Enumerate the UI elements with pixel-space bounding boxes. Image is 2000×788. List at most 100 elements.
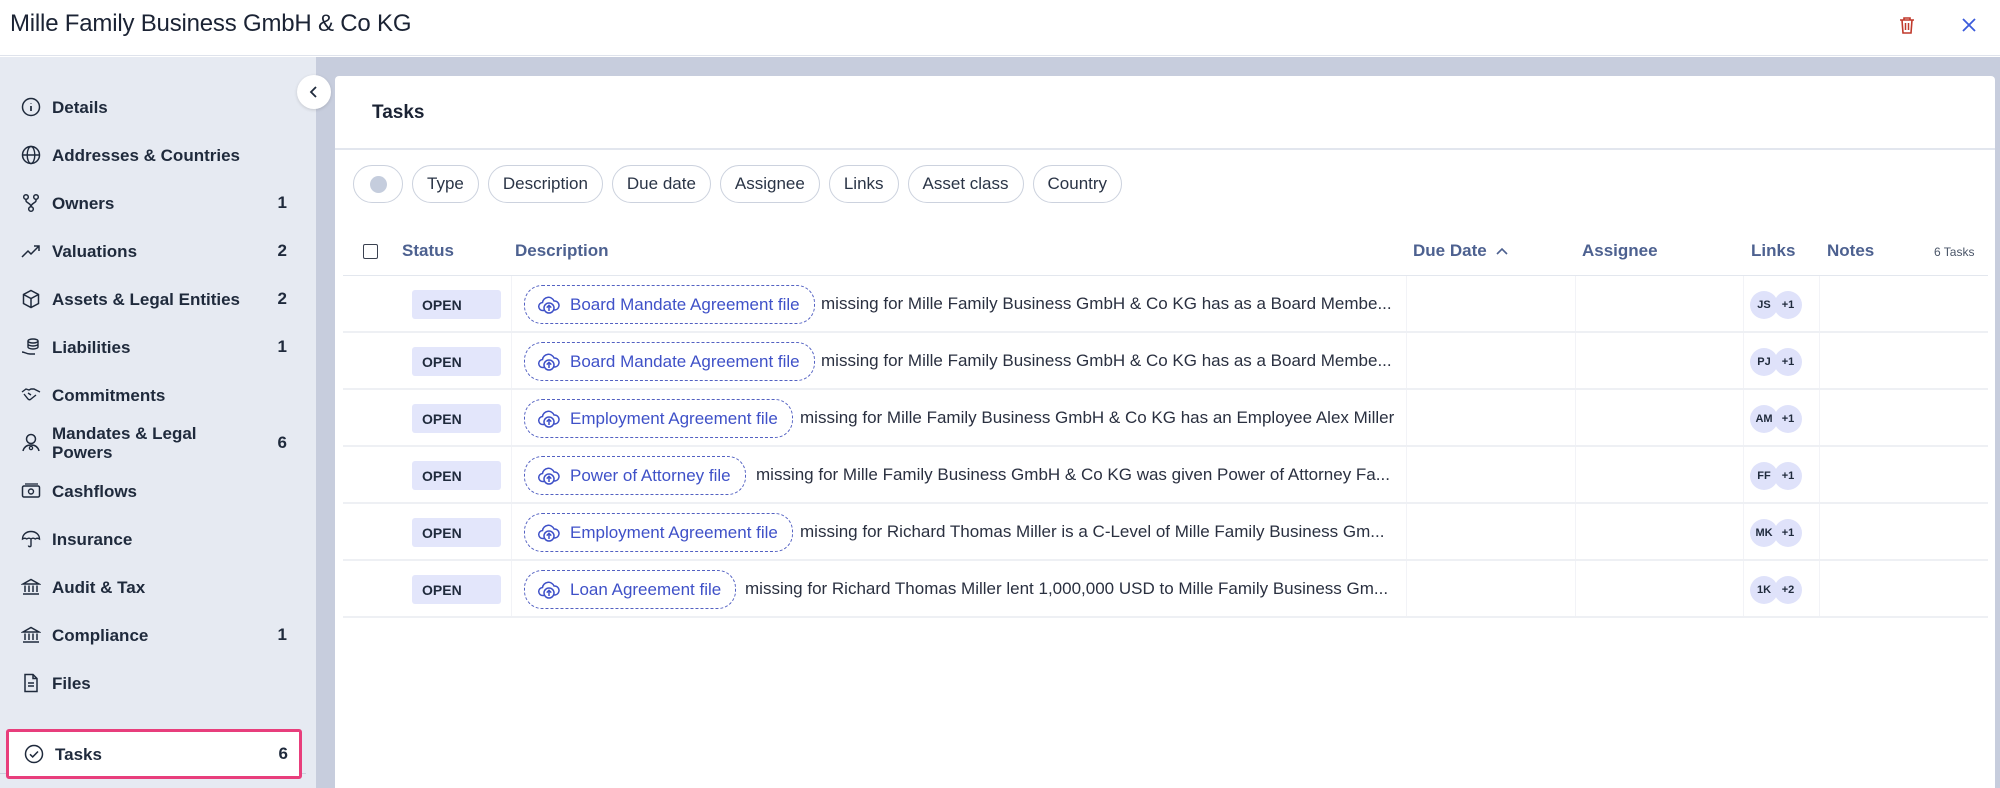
check-circle-icon [22, 742, 46, 766]
task-row[interactable]: OPEN Loan Agreement file missing for Richa… [343, 561, 1988, 618]
task-count: 6 Tasks [1934, 245, 1975, 259]
cloud-upload-icon [538, 353, 560, 371]
column-separator [1743, 333, 1744, 388]
task-row[interactable]: OPEN Employment Agreement file missing for… [343, 504, 1988, 561]
column-separator [1743, 561, 1744, 616]
sidebar-item-mandates-and-legal-powers[interactable]: Mandates & Legal Powers 6 [0, 423, 300, 463]
status-badge: OPEN [412, 518, 501, 547]
link-avatar: +1 [1774, 348, 1802, 376]
column-separator [1406, 504, 1407, 559]
filter-type[interactable]: Type [412, 165, 479, 203]
filter-assignee[interactable]: Assignee [719, 165, 820, 203]
sidebar-item-label: Details [52, 97, 108, 117]
task-description: missing for Richard Thomas Miller is a C… [800, 522, 1385, 541]
sidebar-item-compliance[interactable]: Compliance 1 [0, 615, 300, 655]
column-separator [1743, 276, 1744, 331]
sidebar-item-valuations[interactable]: Valuations 2 [0, 231, 300, 271]
column-description[interactable]: Description [515, 241, 609, 261]
linked-entities[interactable]: JS +1 [1750, 291, 1802, 319]
column-separator [511, 504, 512, 559]
linked-entities[interactable]: PJ +1 [1750, 348, 1802, 376]
column-separator [1819, 333, 1820, 388]
close-icon[interactable] [1956, 12, 1982, 38]
sidebar-item-commitments[interactable]: Commitments [0, 375, 300, 415]
upload-file-button[interactable]: Power of Attorney file [524, 456, 746, 495]
collapse-sidebar-button[interactable] [297, 75, 331, 109]
task-row[interactable]: OPEN Board Mandate Agreement file missing … [343, 276, 1988, 333]
task-row[interactable]: OPEN Employment Agreement file missing for… [343, 390, 1988, 447]
status-badge: OPEN [412, 461, 501, 490]
column-separator [1406, 390, 1407, 445]
table-header: Status Description Due Date Assignee Lin… [343, 226, 1988, 276]
task-row[interactable]: OPEN Board Mandate Agreement file missing … [343, 333, 1988, 390]
filter-country[interactable]: Country [1032, 165, 1123, 203]
bank-icon [19, 623, 43, 647]
chevron-left-icon [309, 86, 317, 98]
sidebar-item-label: Assets & Legal Entities [52, 289, 241, 309]
column-separator [1575, 390, 1576, 445]
sidebar-item-owners[interactable]: Owners 1 [0, 183, 300, 223]
sidebar-item-label: Insurance [52, 529, 133, 549]
sidebar-item-count: 6 [277, 433, 287, 452]
tasks-panel: Tasks Type Description Due date Assignee… [335, 76, 1995, 788]
status-badge: OPEN [412, 575, 501, 604]
sidebar-item-assets-and-legal-entities[interactable]: Assets & Legal Entities 2 [0, 279, 300, 319]
file-chip-label: Power of Attorney file [570, 465, 731, 485]
sidebar-item-liabilities[interactable]: Liabilities 1 [0, 327, 300, 367]
sidebar-item-label: Commitments [52, 385, 166, 405]
task-description: missing for Mille Family Business GmbH &… [821, 351, 1392, 370]
column-separator [511, 390, 512, 445]
select-all-checkbox[interactable] [363, 244, 378, 259]
column-separator [511, 447, 512, 502]
panel-header: Tasks [335, 76, 1995, 150]
chevron-up-icon [1496, 247, 1508, 255]
upload-file-button[interactable]: Board Mandate Agreement file [524, 342, 815, 381]
column-separator [1575, 276, 1576, 331]
sidebar-item-audit-and-tax[interactable]: Audit & Tax [0, 567, 300, 607]
linked-entities[interactable]: MK +1 [1750, 519, 1802, 547]
column-status[interactable]: Status [402, 241, 454, 261]
bank-icon [19, 575, 43, 599]
trend-up-icon [19, 239, 43, 263]
sidebar-item-details[interactable]: Details [0, 87, 300, 127]
sidebar-item-addresses-and-countries[interactable]: Addresses & Countries [0, 135, 300, 175]
column-assignee[interactable]: Assignee [1582, 241, 1658, 261]
link-avatar: +2 [1774, 576, 1802, 604]
column-separator [1575, 504, 1576, 559]
filter-bar: Type Description Due date Assignee Links… [353, 165, 1123, 203]
trash-icon[interactable] [1894, 12, 1920, 38]
upload-file-button[interactable]: Employment Agreement file [524, 513, 793, 552]
sidebar-item-label: Liabilities [52, 337, 131, 357]
link-avatar: +1 [1774, 519, 1802, 547]
column-links[interactable]: Links [1751, 241, 1795, 261]
filter-description[interactable]: Description [487, 165, 603, 203]
column-separator [1819, 504, 1820, 559]
coins-hand-icon [19, 335, 43, 359]
cloud-upload-icon [538, 467, 560, 485]
upload-file-button[interactable]: Loan Agreement file [524, 570, 737, 609]
filter-links[interactable]: Links [828, 165, 899, 203]
sidebar-item-insurance[interactable]: Insurance [0, 519, 300, 559]
column-separator [511, 276, 512, 331]
fork-icon [19, 191, 43, 215]
filter-asset-class[interactable]: Asset class [907, 165, 1024, 203]
linked-entities[interactable]: 1K +2 [1750, 576, 1802, 604]
linked-entities[interactable]: FF +1 [1750, 462, 1802, 490]
linked-entities[interactable]: AM +1 [1750, 405, 1802, 433]
sidebar-item-tasks[interactable]: Tasks 6 [6, 729, 302, 779]
banknote-icon [19, 479, 43, 503]
column-separator [1575, 447, 1576, 502]
sidebar-item-cashflows[interactable]: Cashflows [0, 471, 300, 511]
sidebar: Details Addresses & Countries Owners 1 Valua… [0, 57, 316, 788]
upload-file-button[interactable]: Employment Agreement file [524, 399, 793, 438]
file-icon [19, 671, 43, 695]
column-notes[interactable]: Notes [1827, 241, 1874, 261]
column-due-date[interactable]: Due Date [1413, 241, 1509, 261]
status-filter-chip[interactable] [353, 165, 403, 203]
task-row[interactable]: OPEN Power of Attorney file missing for Mi… [343, 447, 1988, 504]
filter-due-date[interactable]: Due date [611, 165, 711, 203]
upload-file-button[interactable]: Board Mandate Agreement file [524, 285, 815, 324]
sidebar-item-files[interactable]: Files [0, 663, 300, 703]
panel-title: Tasks [372, 102, 425, 123]
person-badge-icon [19, 431, 43, 455]
